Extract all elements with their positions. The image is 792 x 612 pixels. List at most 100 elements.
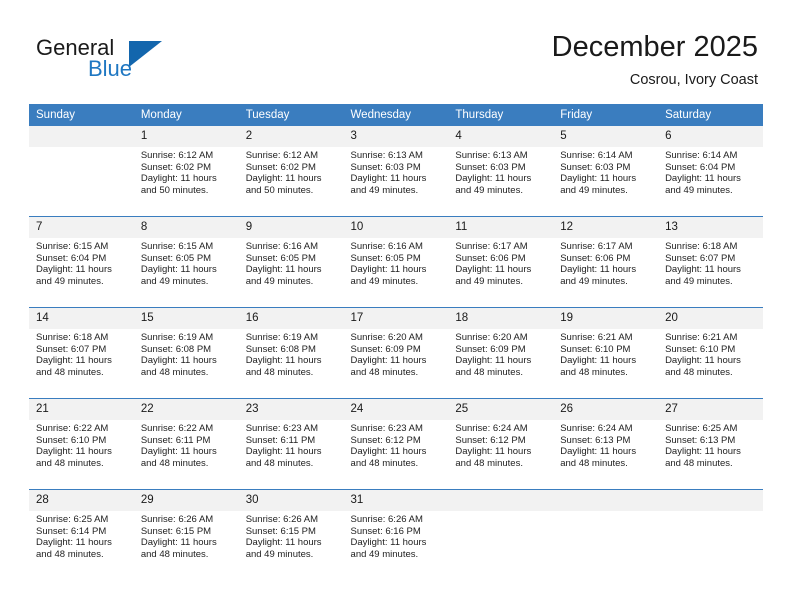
daylight-text-line2: and 48 minutes. — [665, 366, 733, 378]
calendar-day-cell[interactable]: 5 Sunrise: 6:14 AM Sunset: 6:03 PM Dayli… — [553, 126, 659, 217]
day-number: 29 — [133, 490, 239, 511]
calendar-day-cell[interactable]: 22 Sunrise: 6:22 AM Sunset: 6:11 PM Dayl… — [133, 398, 239, 490]
calendar-day-cell[interactable]: 6 Sunrise: 6:14 AM Sunset: 6:04 PM Dayli… — [658, 126, 763, 217]
daylight-text-line2: and 48 minutes. — [140, 457, 209, 469]
sunset-text: Sunset: 6:08 PM — [140, 343, 212, 355]
calendar-day-cell[interactable] — [448, 489, 554, 580]
calendar-day-cell[interactable]: 24 Sunrise: 6:23 AM Sunset: 6:12 PM Dayl… — [343, 398, 449, 490]
sunrise-text: Sunrise: 6:24 AM — [560, 423, 633, 434]
sunrise-text: Sunrise: 6:22 AM — [140, 423, 214, 434]
sunrise-text: Sunrise: 6:21 AM — [560, 332, 633, 343]
calendar-day-cell[interactable]: 14 Sunrise: 6:18 AM Sunset: 6:07 PM Dayl… — [29, 307, 134, 399]
flag-icon — [129, 41, 162, 67]
brand-name-blue: Blue — [88, 56, 133, 81]
calendar-day-cell[interactable]: 25 Sunrise: 6:24 AM Sunset: 6:12 PM Dayl… — [448, 398, 554, 490]
day-details: Sunrise: 6:20 AM Sunset: 6:09 PM Dayligh… — [448, 329, 553, 378]
sunrise-text: Sunrise: 6:20 AM — [350, 332, 423, 343]
sunrise-text: Sunrise: 6:17 AM — [560, 241, 633, 252]
sunset-text: Sunset: 6:03 PM — [560, 161, 631, 173]
calendar-day-cell[interactable]: 26 Sunrise: 6:24 AM Sunset: 6:13 PM Dayl… — [553, 398, 659, 490]
calendar-day-cell[interactable]: 27 Sunrise: 6:25 AM Sunset: 6:13 PM Dayl… — [658, 398, 763, 490]
day-number — [553, 490, 659, 511]
day-number: 5 — [553, 126, 659, 147]
calendar-day-cell[interactable]: 15 Sunrise: 6:19 AM Sunset: 6:08 PM Dayl… — [133, 307, 239, 399]
day-number: 26 — [553, 399, 659, 420]
calendar-day-cell[interactable]: 2 Sunrise: 6:12 AM Sunset: 6:02 PM Dayli… — [238, 126, 344, 217]
day-number: 31 — [343, 490, 449, 511]
day-number: 18 — [448, 308, 554, 329]
daylight-text-line1: Daylight: 11 hours — [140, 537, 217, 549]
day-number: 28 — [29, 490, 134, 511]
calendar-day-cell[interactable]: 16 Sunrise: 6:19 AM Sunset: 6:08 PM Dayl… — [238, 307, 344, 399]
sunrise-text: Sunrise: 6:16 AM — [245, 241, 319, 252]
calendar-day-cell[interactable]: 11 Sunrise: 6:17 AM Sunset: 6:06 PM Dayl… — [448, 216, 554, 308]
day-details: Sunrise: 6:21 AM Sunset: 6:10 PM Dayligh… — [658, 329, 763, 378]
sunrise-text: Sunrise: 6:26 AM — [245, 514, 319, 525]
day-details: Sunrise: 6:24 AM Sunset: 6:12 PM Dayligh… — [448, 420, 553, 469]
sunset-text: Sunset: 6:12 PM — [455, 434, 526, 446]
calendar-body: 1 Sunrise: 6:12 AM Sunset: 6:02 PM Dayli… — [29, 126, 763, 580]
day-details: Sunrise: 6:23 AM Sunset: 6:12 PM Dayligh… — [344, 420, 449, 469]
calendar-day-cell[interactable]: 30 Sunrise: 6:26 AM Sunset: 6:15 PM Dayl… — [238, 489, 344, 580]
calendar-week-row: 28 Sunrise: 6:25 AM Sunset: 6:14 PM Dayl… — [29, 489, 763, 580]
calendar-day-cell[interactable]: 10 Sunrise: 6:16 AM Sunset: 6:05 PM Dayl… — [343, 216, 449, 308]
calendar-day-cell[interactable]: 7 Sunrise: 6:15 AM Sunset: 6:04 PM Dayli… — [29, 216, 134, 308]
day-number: 20 — [658, 308, 763, 329]
day-number — [658, 490, 763, 511]
location-subtitle: Cosrou, Ivory Coast — [629, 72, 758, 88]
day-number: 25 — [448, 399, 554, 420]
day-number: 21 — [29, 399, 134, 420]
sunset-text: Sunset: 6:05 PM — [245, 252, 316, 264]
daylight-text-line2: and 48 minutes. — [350, 366, 419, 378]
sunrise-text: Sunrise: 6:12 AM — [140, 150, 214, 161]
calendar-day-cell[interactable]: 12 Sunrise: 6:17 AM Sunset: 6:06 PM Dayl… — [553, 216, 659, 308]
sunrise-text: Sunrise: 6:18 AM — [665, 241, 738, 252]
daylight-text-line2: and 49 minutes. — [245, 548, 314, 560]
calendar-day-cell[interactable]: 8 Sunrise: 6:15 AM Sunset: 6:05 PM Dayli… — [133, 216, 239, 308]
daylight-text-line1: Daylight: 11 hours — [455, 446, 532, 458]
day-details: Sunrise: 6:17 AM Sunset: 6:06 PM Dayligh… — [553, 238, 658, 287]
calendar-day-cell[interactable]: 21 Sunrise: 6:22 AM Sunset: 6:10 PM Dayl… — [29, 398, 134, 490]
day-details — [658, 511, 763, 514]
calendar-day-cell[interactable]: 4 Sunrise: 6:13 AM Sunset: 6:03 PM Dayli… — [448, 126, 554, 217]
calendar-day-cell[interactable]: 31 Sunrise: 6:26 AM Sunset: 6:16 PM Dayl… — [343, 489, 449, 580]
sunrise-text: Sunrise: 6:12 AM — [245, 150, 319, 161]
daylight-text-line1: Daylight: 11 hours — [350, 446, 427, 458]
calendar-day-cell[interactable] — [553, 489, 659, 580]
calendar-day-cell[interactable]: 18 Sunrise: 6:20 AM Sunset: 6:09 PM Dayl… — [448, 307, 554, 399]
calendar-day-cell[interactable] — [658, 489, 763, 580]
calendar-day-cell[interactable] — [29, 126, 134, 217]
sunset-text: Sunset: 6:09 PM — [350, 343, 421, 355]
daylight-text-line1: Daylight: 11 hours — [665, 446, 741, 458]
day-number: 8 — [133, 217, 239, 238]
sunset-text: Sunset: 6:03 PM — [350, 161, 421, 173]
day-number — [29, 126, 134, 147]
calendar-day-cell[interactable]: 20 Sunrise: 6:21 AM Sunset: 6:10 PM Dayl… — [658, 307, 763, 399]
weekday-header-monday: Monday — [133, 104, 239, 126]
sunset-text: Sunset: 6:11 PM — [245, 434, 316, 446]
weekday-header-friday: Friday — [553, 104, 659, 126]
daylight-text-line2: and 48 minutes. — [665, 457, 733, 469]
sunrise-text: Sunrise: 6:18 AM — [36, 332, 109, 343]
calendar-day-cell[interactable]: 17 Sunrise: 6:20 AM Sunset: 6:09 PM Dayl… — [343, 307, 449, 399]
daylight-text-line2: and 49 minutes. — [350, 548, 419, 560]
daylight-text-line1: Daylight: 11 hours — [560, 446, 637, 458]
calendar-day-cell[interactable]: 3 Sunrise: 6:13 AM Sunset: 6:03 PM Dayli… — [343, 126, 449, 217]
sunrise-text: Sunrise: 6:25 AM — [36, 514, 109, 525]
calendar-day-cell[interactable]: 19 Sunrise: 6:21 AM Sunset: 6:10 PM Dayl… — [553, 307, 659, 399]
calendar-day-cell[interactable]: 13 Sunrise: 6:18 AM Sunset: 6:07 PM Dayl… — [658, 216, 763, 308]
daylight-text-line2: and 49 minutes. — [560, 184, 628, 196]
calendar-day-cell[interactable]: 1 Sunrise: 6:12 AM Sunset: 6:02 PM Dayli… — [133, 126, 239, 217]
brand-logo[interactable]: General Blue — [36, 36, 166, 84]
calendar-day-cell[interactable]: 23 Sunrise: 6:23 AM Sunset: 6:11 PM Dayl… — [238, 398, 344, 490]
calendar-day-cell[interactable]: 28 Sunrise: 6:25 AM Sunset: 6:14 PM Dayl… — [29, 489, 134, 580]
daylight-text-line1: Daylight: 11 hours — [350, 173, 427, 185]
calendar-table: Sunday Monday Tuesday Wednesday Thursday… — [29, 104, 763, 580]
calendar-day-cell[interactable]: 9 Sunrise: 6:16 AM Sunset: 6:05 PM Dayli… — [238, 216, 344, 308]
daylight-text-line2: and 48 minutes. — [36, 457, 104, 469]
daylight-text-line2: and 48 minutes. — [350, 457, 419, 469]
daylight-text-line1: Daylight: 11 hours — [245, 173, 322, 185]
sunset-text: Sunset: 6:16 PM — [350, 525, 421, 537]
calendar-day-cell[interactable]: 29 Sunrise: 6:26 AM Sunset: 6:15 PM Dayl… — [133, 489, 239, 580]
day-number: 22 — [133, 399, 239, 420]
